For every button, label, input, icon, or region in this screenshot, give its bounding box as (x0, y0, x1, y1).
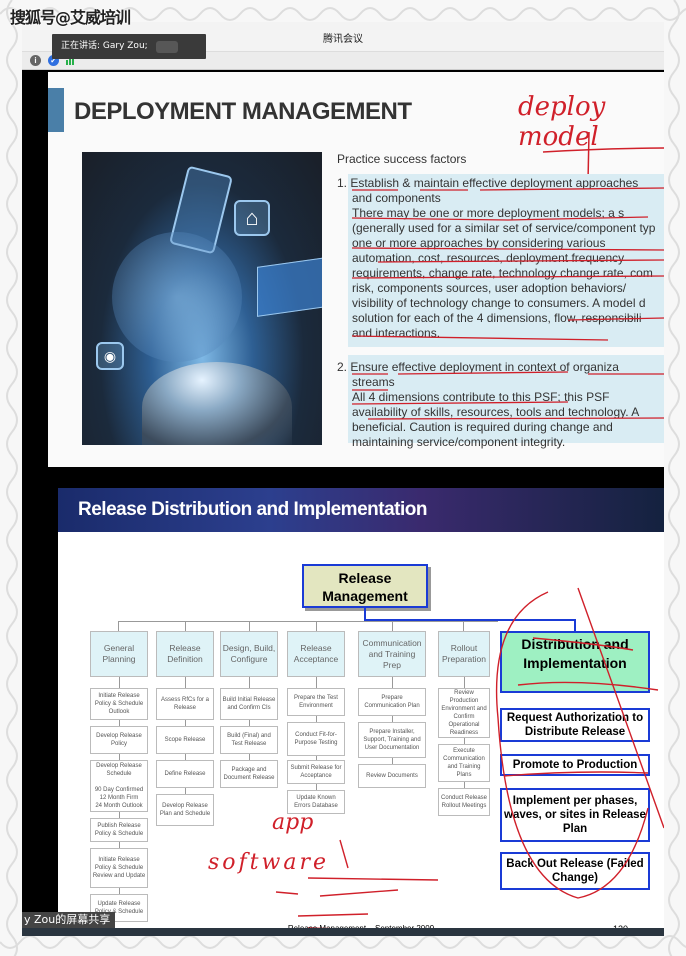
slide-title: Release Distribution and Implementation (78, 499, 427, 520)
process-step: Submit Release for Acceptance (287, 760, 345, 784)
factor-1-line: (generally used for a similar set of ser… (352, 221, 656, 235)
column-header: Release Definition (156, 631, 214, 677)
column-header: Rollout Preparation (438, 631, 490, 677)
promote-to-production-box: Promote to Production (500, 754, 650, 776)
process-step: Assess RfCs for a Release (156, 688, 214, 720)
process-step: Initiate Release Policy & Schedule Outlo… (90, 688, 148, 720)
slide-header-banner: Release Distribution and Implementation (58, 488, 664, 532)
process-step: Scope Release (156, 726, 214, 754)
factor-2-line: maintaining service/component integrity. (352, 435, 566, 449)
factor-2-line: beneficial. Caution is required during c… (352, 420, 613, 434)
slide-release-distribution: Release Distribution and Implementation … (58, 488, 664, 934)
hand-graphic (142, 362, 292, 445)
globe-graphic (112, 232, 242, 362)
release-management-box: Release Management (302, 564, 428, 608)
decorative-border-bottom (0, 935, 686, 949)
factor-1-line: risk, components sources, user adoption … (352, 281, 627, 295)
speaking-indicator: 正在讲话: Gary Zou; (52, 34, 206, 59)
connector-line (249, 621, 250, 631)
process-step: Initiate Release Policy & Schedule Revie… (90, 848, 148, 888)
factor-1-line: one or more approaches by considering va… (352, 236, 606, 250)
annotation-software: software (208, 850, 330, 875)
factor-1-line: and interactions. (352, 326, 441, 340)
process-step: Conduct Release Rollout Meetings (438, 788, 490, 816)
annotation-app: app (272, 810, 314, 835)
factor-1-line: There may be one or more deployment mode… (352, 206, 625, 220)
process-step: Package and Document Release (220, 760, 278, 788)
blue-connector (364, 619, 576, 621)
factor-1-heading-line-1: 1. Establish & maintain effective deploy… (337, 176, 639, 190)
practice-success-factors-label: Practice success factors (337, 152, 467, 166)
speaker-avatar (156, 41, 178, 53)
process-step: Review Documents (358, 764, 426, 788)
taskbar (22, 928, 664, 936)
screen-share-label: y Zou的屏幕共享 (22, 912, 116, 928)
back-out-release-box: Back Out Release (Failed Change) (500, 852, 650, 890)
speaking-text: 正在讲话: Gary Zou; (61, 41, 148, 51)
process-step: Conduct Fit-for-Purpose Testing (287, 722, 345, 756)
factor-1-line: solution for each of the 4 dimensions, f… (352, 311, 642, 325)
process-step: Prepare Communication Plan (358, 688, 426, 716)
factor-2-heading-line-1: 2. Ensure effective deployment in contex… (337, 360, 619, 374)
technology-illustration: ⌂ ◉ (82, 152, 322, 445)
factor-2-heading-line-2: streams (352, 375, 395, 389)
factor-1-line: requirements, change rate, technology ch… (352, 266, 653, 280)
request-authorization-box: Request Authorization to Distribute Rele… (500, 708, 650, 742)
process-step: Prepare Installer, Support, Training and… (358, 722, 426, 758)
factor-1-body: There may be one or more deployment mode… (337, 206, 655, 341)
connector-line (118, 621, 498, 622)
connector-line (463, 621, 464, 631)
factor-1-line: visibility of technology change to consu… (352, 296, 646, 310)
meeting-window: 腾讯会议 i ✓ 正在讲话: Gary Zou; DEPLOYMENT MANA… (22, 22, 664, 934)
decorative-border-right (668, 0, 680, 956)
distribution-implementation-box: Distribution and Implementation (500, 631, 650, 693)
connector-line (185, 621, 186, 631)
column-header: General Planning (90, 631, 148, 677)
process-step: Develop Release Policy (90, 726, 148, 754)
blue-connector (574, 619, 576, 631)
camera-icon: ◉ (96, 342, 124, 370)
process-step: Build Initial Release and Confirm CIs (220, 688, 278, 720)
connector-line (316, 621, 317, 631)
connector-line (392, 621, 393, 631)
decorative-border-left (6, 0, 18, 956)
slide-deployment-management: DEPLOYMENT MANAGEMENT deploy model ⌂ ◉ P… (48, 72, 664, 467)
column-header: Design, Build, Configure (220, 631, 278, 677)
process-step: Publish Release Policy & Schedule (90, 818, 148, 842)
factor-2-body: All 4 dimensions contribute to this PSF;… (337, 390, 639, 450)
process-step: Review Production Environment and Confir… (438, 688, 490, 738)
factor-1-line: automation, cost, resources, deployment … (352, 251, 625, 265)
factor-1-heading-line-2: and components (352, 191, 441, 205)
brand-watermark: 搜狐号@艾威培训 (10, 8, 131, 27)
column-header: Communication and Training Prep (358, 631, 426, 677)
laptop-graphic (257, 257, 322, 317)
process-step: Build (Final) and Test Release (220, 726, 278, 754)
process-step: Prepare the Test Environment (287, 688, 345, 716)
implement-phases-box: Implement per phases, waves, or sites in… (500, 788, 650, 842)
process-step: Develop Release Plan and Schedule (156, 794, 214, 826)
info-icon[interactable]: i (30, 55, 41, 66)
factor-2-line: availability of skills, resources, tools… (352, 405, 640, 419)
factor-2-line: All 4 dimensions contribute to this PSF;… (352, 390, 610, 404)
process-step: Execute Communication and Training Plans (438, 744, 490, 782)
process-step: Define Release (156, 760, 214, 788)
factor-1-heading: 1. Establish & maintain effective deploy… (337, 176, 638, 206)
factor-2-heading: 2. Ensure effective deployment in contex… (337, 360, 619, 390)
home-icon: ⌂ (234, 200, 270, 236)
column-header: Release Acceptance (287, 631, 345, 677)
process-step: Develop Release Schedule 90 Day Confirme… (90, 760, 148, 812)
connector-line (118, 621, 119, 631)
